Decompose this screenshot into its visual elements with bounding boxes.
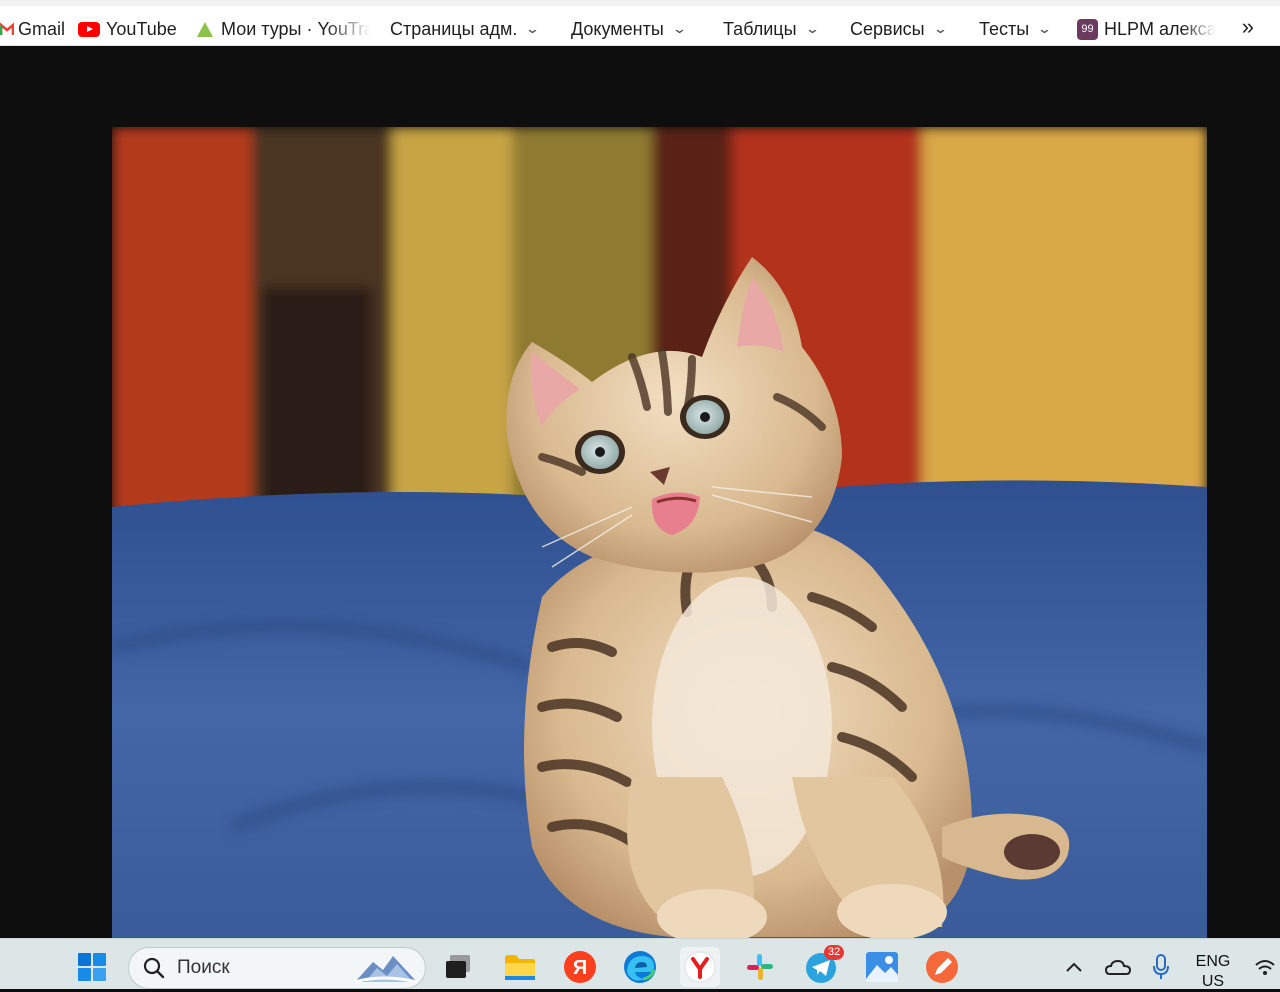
yandex-browser-icon	[684, 951, 716, 983]
bookmark-folder-pages[interactable]: Страницы адм. ⌄	[390, 16, 541, 42]
kitten-illustration	[112, 127, 1207, 948]
windows-taskbar: Поиск Я 32 ENG US	[0, 938, 1280, 992]
telegram-button[interactable]: 32	[802, 945, 845, 987]
chevron-down-icon: ⌄	[1037, 21, 1053, 36]
task-view-icon	[446, 955, 470, 978]
99-badge-icon: 99	[1077, 18, 1098, 40]
more-bookmarks-button[interactable]: »	[1242, 14, 1254, 40]
triangle-icon	[197, 21, 213, 37]
bookmark-label: Gmail	[18, 18, 66, 39]
bookmark-gmail[interactable]: Gmail	[0, 16, 65, 42]
edge-button[interactable]	[620, 947, 660, 987]
bookmark-label: YouTube	[106, 18, 177, 39]
bookmark-label: Документы	[571, 18, 664, 39]
wifi-button[interactable]	[1250, 947, 1280, 987]
microphone-icon	[1153, 954, 1169, 979]
file-explorer-icon	[505, 955, 535, 980]
onedrive-button[interactable]	[1098, 947, 1138, 987]
microphone-button[interactable]	[1141, 947, 1181, 987]
pen-app-icon	[926, 951, 958, 983]
photos-button[interactable]	[862, 947, 902, 987]
wifi-icon	[1255, 960, 1275, 975]
chevron-down-icon: ⌄	[525, 21, 541, 36]
show-hidden-icons-button[interactable]	[1054, 947, 1094, 987]
slack-icon	[747, 954, 773, 980]
tab-strip-edge	[0, 0, 1280, 6]
yandex-browser-button[interactable]	[680, 947, 720, 987]
yandex-button[interactable]: Я	[560, 947, 600, 987]
bookmark-label: HLPM алекса	[1104, 18, 1216, 39]
gmail-icon	[0, 22, 14, 35]
bookmark-folder-services[interactable]: Сервисы ⌄	[850, 16, 948, 42]
bookmark-label: Сервисы	[850, 18, 925, 39]
search-placeholder: Поиск	[177, 957, 230, 978]
edge-icon	[624, 951, 656, 983]
input-language-indicator[interactable]: ENG US	[1190, 952, 1236, 992]
yandex-icon: Я	[564, 951, 596, 983]
bookmark-folder-documents[interactable]: Документы ⌄	[571, 16, 687, 42]
slack-button[interactable]	[740, 947, 780, 987]
chevron-down-icon: ⌄	[804, 21, 820, 36]
bookmark-label: Страницы адм.	[390, 18, 518, 39]
bookmark-folder-tests[interactable]: Тесты ⌄	[979, 16, 1053, 42]
onedrive-icon	[1105, 959, 1131, 975]
bookmark-label: Тесты	[979, 18, 1030, 39]
windows-start-button[interactable]	[72, 947, 112, 987]
kitten-photo	[112, 127, 1207, 948]
chevron-down-icon: ⌄	[671, 21, 687, 36]
taskbar-search-box[interactable]: Поиск	[128, 947, 426, 989]
chevron-down-icon: ⌄	[932, 21, 948, 36]
svg-text:Я: Я	[573, 957, 587, 979]
bookmark-label: Таблицы	[723, 18, 797, 39]
chevron-up-icon	[1066, 962, 1082, 972]
telegram-unread-badge: 32	[824, 945, 845, 960]
search-icon	[143, 957, 165, 979]
bookmark-folder-tables[interactable]: Таблицы ⌄	[723, 16, 820, 42]
pen-app-button[interactable]	[922, 947, 962, 987]
bookmark-youtube[interactable]: YouTube	[78, 16, 177, 42]
file-explorer-button[interactable]	[500, 947, 540, 987]
language-code: ENG	[1195, 953, 1231, 970]
bookmarks-bar: Gmail YouTube Мои туры · YouTra Страницы…	[0, 0, 1280, 46]
image-viewer	[0, 46, 1280, 948]
search-highlight-icon	[354, 956, 418, 984]
windows-start-icon	[78, 953, 106, 981]
bookmark-youtrack[interactable]: Мои туры · YouTra	[197, 16, 371, 42]
bookmark-hlpm[interactable]: 99 HLPM алекса	[1077, 16, 1216, 42]
task-view-button[interactable]	[438, 947, 478, 987]
layout-code: US	[1201, 973, 1225, 990]
photos-icon	[866, 952, 898, 982]
bookmark-label: Мои туры · YouTra	[221, 18, 371, 39]
youtube-icon	[78, 21, 100, 37]
